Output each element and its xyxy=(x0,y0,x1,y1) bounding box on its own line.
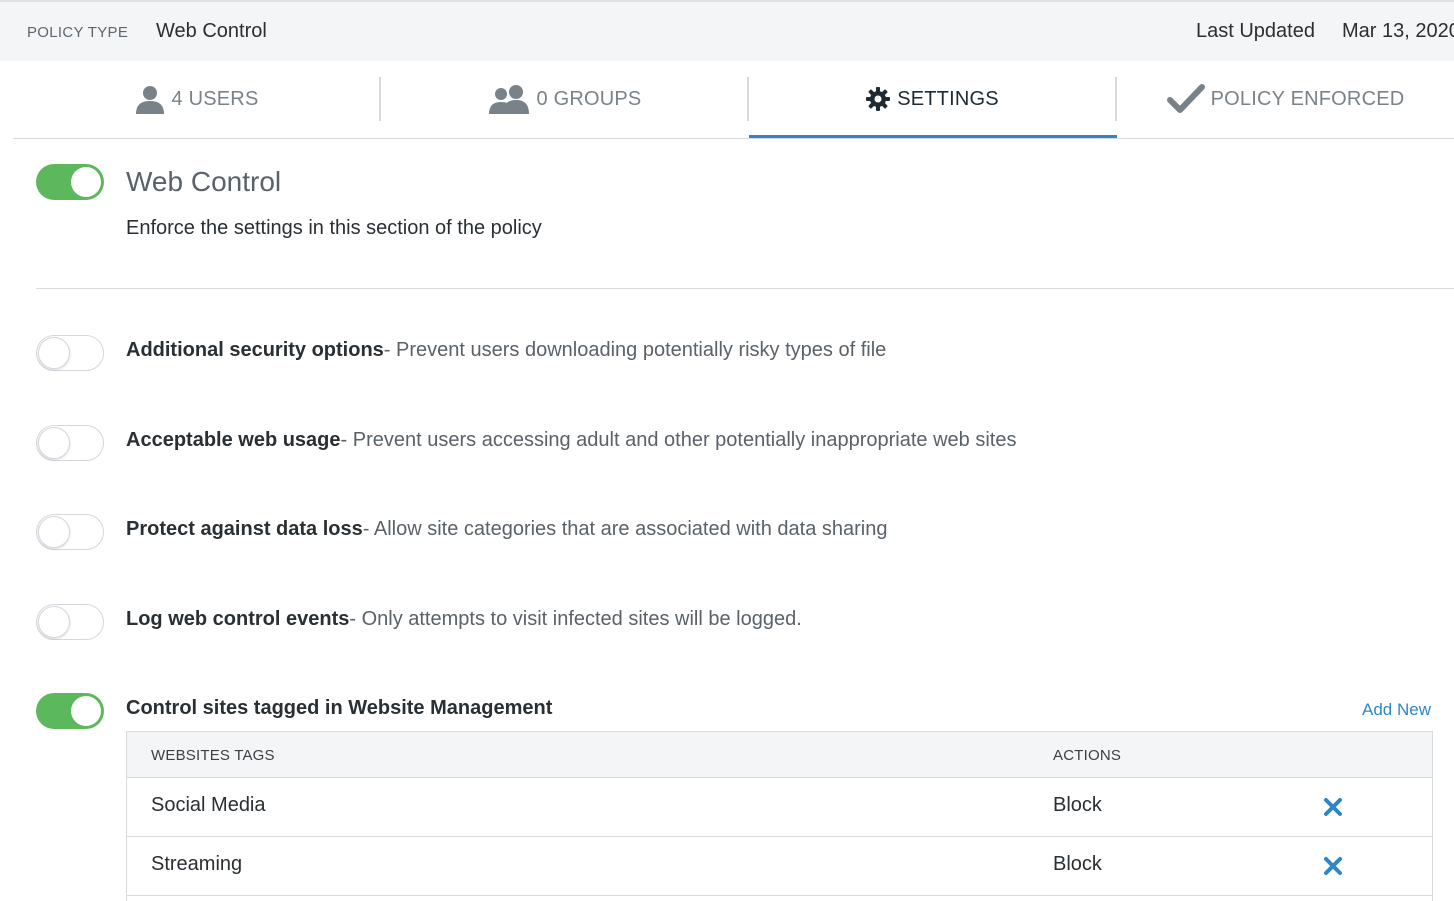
web-control-toggle[interactable] xyxy=(36,164,104,200)
option-additional-security: Additional security options- Prevent use… xyxy=(126,339,886,362)
row-action: Block xyxy=(1053,853,1102,875)
option-tagged-sites: Control sites tagged in Website Manageme… xyxy=(126,697,552,720)
tab-users-label: 4 USERS xyxy=(171,87,259,110)
toggle-knob xyxy=(38,606,70,638)
tabs-divider xyxy=(13,138,1454,139)
option-title: Protect against data loss xyxy=(126,518,363,540)
row-action: Block xyxy=(1053,794,1102,816)
tab-groups-label: 0 GROUPS xyxy=(536,87,642,110)
last-updated-value: Mar 13, 2020 xyxy=(1342,20,1454,42)
toggle-knob xyxy=(38,427,70,459)
tab-groups[interactable]: 0 GROUPS xyxy=(381,61,747,137)
policy-type-label: POLICY TYPE xyxy=(27,24,129,41)
policy-header: POLICY TYPE Web Control Last Updated Mar… xyxy=(0,2,1454,61)
column-header-website-tags: WEBSITES TAGS xyxy=(151,747,275,764)
table-header: WEBSITES TAGS ACTIONS xyxy=(127,732,1432,778)
toggle-knob xyxy=(38,337,70,369)
user-icon xyxy=(134,84,166,114)
active-tab-indicator xyxy=(749,135,1117,138)
toggle-knob xyxy=(71,167,101,197)
option-title: Control sites tagged in Website Manageme… xyxy=(126,697,553,719)
column-header-actions: ACTIONS xyxy=(1053,747,1122,764)
table-row: Social Media Block xyxy=(127,778,1432,837)
row-tag: Streaming xyxy=(151,853,243,875)
section-title: Web Control xyxy=(126,166,282,197)
gear-icon xyxy=(865,86,891,112)
tagged-sites-toggle[interactable] xyxy=(36,693,104,729)
policy-tabs: 4 USERS 0 GROUPS SETTINGS POLICY ENFORCE… xyxy=(13,61,1454,139)
option-log-events: Log web control events- Only attempts to… xyxy=(126,608,802,631)
option-description: - Prevent users accessing adult and othe… xyxy=(340,429,1017,451)
tab-settings-label: SETTINGS xyxy=(897,87,999,110)
section-description: Enforce the settings in this section of … xyxy=(126,217,542,239)
option-description: - Only attempts to visit infected sites … xyxy=(349,608,802,630)
section-divider xyxy=(36,288,1454,289)
check-icon xyxy=(1166,84,1205,114)
log-events-toggle[interactable] xyxy=(36,604,104,640)
tab-settings[interactable]: SETTINGS xyxy=(749,61,1115,137)
last-updated-label: Last Updated xyxy=(1196,20,1315,42)
row-tag: Social Media xyxy=(151,794,266,816)
option-acceptable-web-usage: Acceptable web usage- Prevent users acce… xyxy=(126,429,1016,452)
website-tags-table: WEBSITES TAGS ACTIONS Social Media Block… xyxy=(126,731,1433,901)
option-description: - Allow site categories that are associa… xyxy=(362,518,888,540)
tab-users[interactable]: 4 USERS xyxy=(13,61,379,137)
acceptable-web-usage-toggle[interactable] xyxy=(36,425,104,461)
tab-policy-enforced[interactable]: POLICY ENFORCED xyxy=(1117,61,1454,137)
tab-policy-enforced-label: POLICY ENFORCED xyxy=(1210,87,1405,110)
option-title: Additional security options xyxy=(126,339,384,361)
toggle-knob xyxy=(38,516,70,548)
toggle-knob xyxy=(71,696,101,726)
option-title: Acceptable web usage xyxy=(126,429,341,451)
policy-type-value: Web Control xyxy=(156,20,267,42)
group-icon xyxy=(487,84,531,114)
delete-icon[interactable] xyxy=(1323,856,1343,876)
data-loss-toggle[interactable] xyxy=(36,514,104,550)
option-description: - Prevent users downloading potentially … xyxy=(383,339,887,361)
delete-icon[interactable] xyxy=(1323,797,1343,817)
add-new-link[interactable]: Add New xyxy=(1362,700,1431,720)
option-title: Log web control events xyxy=(126,608,350,630)
table-row: Streaming Block xyxy=(127,837,1432,896)
additional-security-toggle[interactable] xyxy=(36,335,104,371)
option-data-loss: Protect against data loss- Allow site ca… xyxy=(126,518,887,541)
